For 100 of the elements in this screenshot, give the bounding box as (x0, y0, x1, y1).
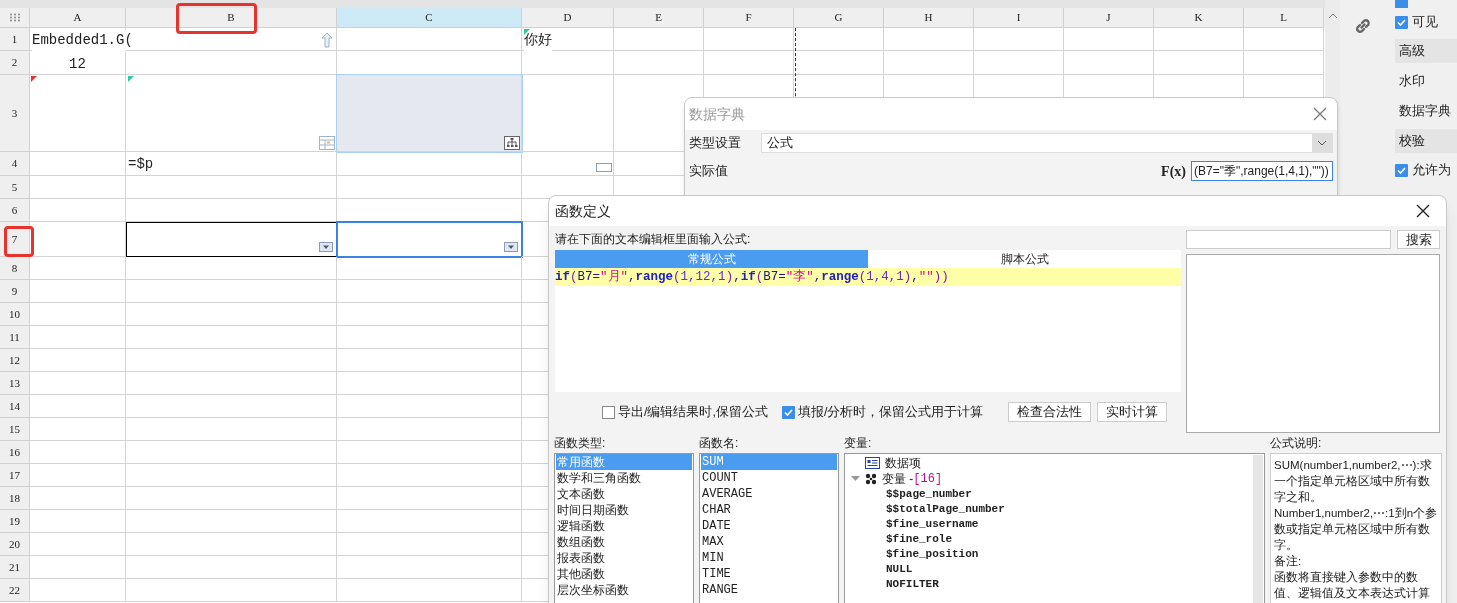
row-header[interactable]: 6 (0, 199, 30, 222)
chevron-down-icon (1312, 133, 1332, 152)
dialog-title: 数据字典 (689, 104, 745, 124)
vertical-scrollbar[interactable] (1253, 455, 1263, 603)
list-label: 函数名: (699, 435, 740, 452)
list-item[interactable]: 数组函数 (556, 534, 692, 550)
column-header[interactable]: A (30, 8, 126, 28)
description-text: 函数将直接键入参数中的数值、逻辑值及文本表达式计算 (1274, 570, 1431, 601)
row-header[interactable]: 2 (0, 51, 30, 75)
column-header[interactable]: E (614, 8, 704, 28)
tree-node[interactable]: NOFILTER (845, 577, 1264, 592)
row-header[interactable]: 12 (0, 349, 30, 372)
action-button[interactable]: 实时计算 (1097, 402, 1167, 422)
row-header[interactable]: 15 (0, 418, 30, 441)
tree-node[interactable]: $fine_role (845, 532, 1264, 547)
tree-node[interactable]: NULL (845, 562, 1264, 577)
column-header[interactable]: C (337, 8, 522, 28)
row-header[interactable]: 14 (0, 395, 30, 418)
data-table-icon (865, 457, 880, 469)
checkbox-icon (1395, 0, 1408, 8)
table-icon (319, 136, 335, 150)
row-header[interactable]: 18 (0, 487, 30, 510)
tree-node[interactable]: $fine_username (845, 517, 1264, 532)
row-header[interactable]: 11 (0, 326, 30, 349)
column-header[interactable]: L (1244, 8, 1324, 28)
row-header[interactable]: 13 (0, 372, 30, 395)
column-header[interactable]: K (1154, 8, 1244, 28)
list-label: 公式说明: (1270, 435, 1323, 452)
row-header[interactable]: 17 (0, 464, 30, 487)
action-button[interactable]: 检查合法性 (1008, 402, 1091, 422)
field-label: 类型设置 (689, 133, 742, 152)
dropdown-cell[interactable] (126, 222, 337, 257)
select-all-icon[interactable] (8, 13, 21, 22)
panel-item[interactable]: 水印 (1395, 66, 1457, 96)
row-header[interactable]: 22 (0, 579, 30, 602)
row-header[interactable]: 20 (0, 533, 30, 556)
column-header[interactable]: F (704, 8, 794, 28)
corner-marker-icon (524, 29, 530, 35)
tree-node[interactable]: $$page_number (845, 487, 1264, 502)
tree-node[interactable]: 数据项 (845, 455, 1264, 471)
row-header[interactable]: 21 (0, 556, 30, 579)
close-icon[interactable] (1416, 204, 1430, 218)
upload-arrow-icon (320, 32, 334, 48)
row-header[interactable]: 4 (0, 152, 30, 176)
list-item[interactable]: MAX (701, 534, 837, 550)
column-header[interactable]: I (974, 8, 1064, 28)
highlight-box (4, 226, 34, 257)
search-button[interactable]: 搜索 (1397, 230, 1440, 249)
row-header[interactable]: 9 (0, 280, 30, 303)
link-icon[interactable] (1353, 17, 1372, 35)
list-item[interactable]: 层次坐标函数 (556, 582, 692, 598)
search-field[interactable] (1186, 230, 1391, 249)
row-header[interactable]: 8 (0, 257, 30, 280)
formula-editor[interactable]: if(B7="月",range(1,12,1),if(B7="李",range(1,4,1),"")) (555, 268, 1181, 392)
row-header[interactable]: 1 (0, 28, 30, 51)
row-header[interactable]: 16 (0, 441, 30, 464)
variable-group-icon (865, 473, 877, 485)
list-item[interactable]: RANGE (701, 582, 837, 598)
list-item[interactable]: TIME (701, 566, 837, 582)
list-item[interactable]: CHAR (701, 502, 837, 518)
row-header[interactable]: 5 (0, 176, 30, 199)
tree-node[interactable]: $$totalPage_number (845, 502, 1264, 517)
row-header[interactable]: 10 (0, 303, 30, 326)
dropdown-cell[interactable] (337, 222, 522, 257)
cell-text: 12 (68, 55, 87, 74)
list-item[interactable]: 文本函数 (556, 486, 692, 502)
list-item[interactable]: COUNT (701, 470, 837, 486)
list-item[interactable]: 报表函数 (556, 550, 692, 566)
cell-text: Embedded1.G( (32, 30, 133, 51)
column-header[interactable]: B (126, 8, 337, 28)
column-header[interactable]: H (884, 8, 974, 28)
corner-marker-icon (128, 76, 134, 82)
list-item[interactable]: AVERAGE (701, 486, 837, 502)
list-item[interactable]: MIN (701, 550, 837, 566)
list-item[interactable]: DATE (701, 518, 837, 534)
list-item[interactable]: 数学和三角函数 (556, 470, 692, 486)
list-item[interactable]: 其他函数 (556, 566, 692, 582)
panel-item[interactable]: 数据字典 (1395, 96, 1457, 126)
column-header[interactable]: J (1064, 8, 1154, 28)
list-label: 变量: (844, 435, 873, 452)
expanded-triangle-icon[interactable] (851, 476, 860, 482)
checkbox[interactable]: 可见 (1395, 8, 1457, 36)
dialog-title: 函数定义 (555, 201, 611, 221)
scroll-up-icon[interactable] (1327, 13, 1338, 19)
formula-input[interactable]: (B7="季",range(1,4,1),"")) (1191, 161, 1333, 181)
column-header[interactable]: G (794, 8, 884, 28)
tree-node[interactable]: $fine_position (845, 547, 1264, 562)
cell-text: 你好 (524, 30, 552, 51)
description-text: Number1,number2,⋯:1到n个参数或指定单元格区域中所有数字。 (1274, 506, 1438, 553)
checkbox[interactable]: 允许为 (1395, 156, 1457, 184)
list-item[interactable]: 时间日期函数 (556, 502, 692, 518)
list-item[interactable]: 逻辑函数 (556, 518, 692, 534)
checkbox[interactable]: 导出/编辑结果时,保留公式 (602, 402, 768, 422)
column-header[interactable]: D (522, 8, 614, 28)
tree-node[interactable]: 变量 -[16] (845, 471, 1264, 487)
type-select[interactable]: 公式 (761, 132, 1333, 153)
row-header[interactable]: 3 (0, 75, 30, 152)
checkbox[interactable]: 填报/分析时，保留公式用于计算 (781, 402, 984, 422)
row-header[interactable]: 19 (0, 510, 30, 533)
text-field-icon (596, 163, 612, 172)
